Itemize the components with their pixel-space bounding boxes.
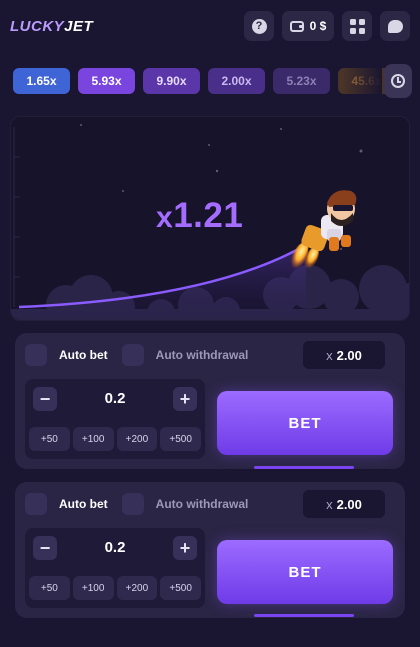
- quick-add-50-button[interactable]: +50: [29, 427, 70, 451]
- auto-withdrawal-coefficient[interactable]: x 2.00: [303, 341, 385, 369]
- bet-panel-2: Auto bet Auto withdrawal x 2.00 − 0.2 + …: [15, 482, 405, 618]
- bet-button-underline: [254, 614, 354, 617]
- chat-icon: [387, 19, 403, 33]
- history-button[interactable]: [384, 64, 412, 98]
- top-bar: LUCKY JET ? 0 $: [0, 0, 420, 52]
- history-chip[interactable]: 9.90x: [143, 68, 200, 94]
- balance-value: 0 $: [309, 19, 327, 33]
- wallet-icon: [289, 20, 304, 32]
- quick-add-50-button[interactable]: +50: [29, 576, 70, 600]
- curve-fill: [19, 245, 306, 320]
- quick-add-500-button[interactable]: +500: [160, 427, 201, 451]
- clock-icon: [391, 74, 405, 88]
- help-button[interactable]: ?: [244, 11, 274, 41]
- logo-text-lucky: LUCKY: [10, 17, 65, 35]
- quick-add-500-button[interactable]: +500: [160, 576, 201, 600]
- coef-prefix: x: [326, 347, 333, 363]
- bet-panel-1: Auto bet Auto withdrawal x 2.00 − 0.2 + …: [15, 333, 405, 469]
- coef-prefix: x: [326, 496, 333, 512]
- auto-bet-toggle[interactable]: [25, 493, 47, 515]
- increase-stake-button[interactable]: +: [173, 536, 197, 560]
- auto-withdrawal-label: Auto withdrawal: [155, 497, 249, 511]
- menu-grid-icon: [349, 18, 365, 34]
- coef-value: 2.00: [336, 347, 362, 363]
- multiplier-prefix: x: [156, 201, 174, 234]
- stake-input[interactable]: 0.2: [65, 390, 165, 407]
- auto-bet-label: Auto bet: [59, 497, 108, 511]
- quick-add-100-button[interactable]: +100: [72, 427, 114, 451]
- auto-bet-label: Auto bet: [59, 348, 108, 362]
- balance-button[interactable]: 0 $: [282, 11, 334, 41]
- history-chip[interactable]: 5.23x: [273, 68, 330, 94]
- bet-button[interactable]: BET: [217, 540, 393, 604]
- quick-add-200-button[interactable]: +200: [116, 576, 158, 600]
- chat-button[interactable]: [380, 11, 410, 41]
- logo-text-jet: JET: [64, 17, 94, 35]
- stake-control: − 0.2 + +50 +100 +200 +500: [25, 528, 205, 608]
- history-chip[interactable]: 5.93x: [78, 68, 135, 94]
- increase-stake-button[interactable]: +: [173, 387, 197, 411]
- auto-withdrawal-label: Auto withdrawal: [155, 348, 249, 362]
- quick-add-100-button[interactable]: +100: [72, 576, 114, 600]
- history-fade: [342, 64, 382, 98]
- stake-control: − 0.2 + +50 +100 +200 +500: [25, 379, 205, 459]
- current-multiplier: x1.21: [156, 196, 243, 236]
- auto-withdrawal-toggle[interactable]: [121, 344, 144, 366]
- bet-button-underline: [254, 466, 354, 469]
- scale-ticks: [13, 127, 20, 307]
- decrease-stake-button[interactable]: −: [33, 387, 57, 411]
- multiplier-value: 1.21: [173, 196, 244, 235]
- logo: LUCKY JET: [10, 18, 93, 35]
- menu-button[interactable]: [342, 11, 372, 41]
- help-icon: ?: [251, 18, 267, 34]
- auto-withdrawal-toggle[interactable]: [121, 493, 144, 515]
- jetpack-character: [289, 190, 357, 272]
- quick-add-200-button[interactable]: +200: [116, 427, 158, 451]
- decrease-stake-button[interactable]: −: [33, 536, 57, 560]
- auto-withdrawal-coefficient[interactable]: x 2.00: [303, 490, 385, 518]
- history-chip[interactable]: 1.65x: [13, 68, 70, 94]
- bet-button[interactable]: BET: [217, 391, 393, 455]
- auto-bet-toggle[interactable]: [25, 344, 47, 366]
- history-chip[interactable]: 2.00x: [208, 68, 265, 94]
- coef-value: 2.00: [336, 496, 362, 512]
- stake-input[interactable]: 0.2: [65, 539, 165, 556]
